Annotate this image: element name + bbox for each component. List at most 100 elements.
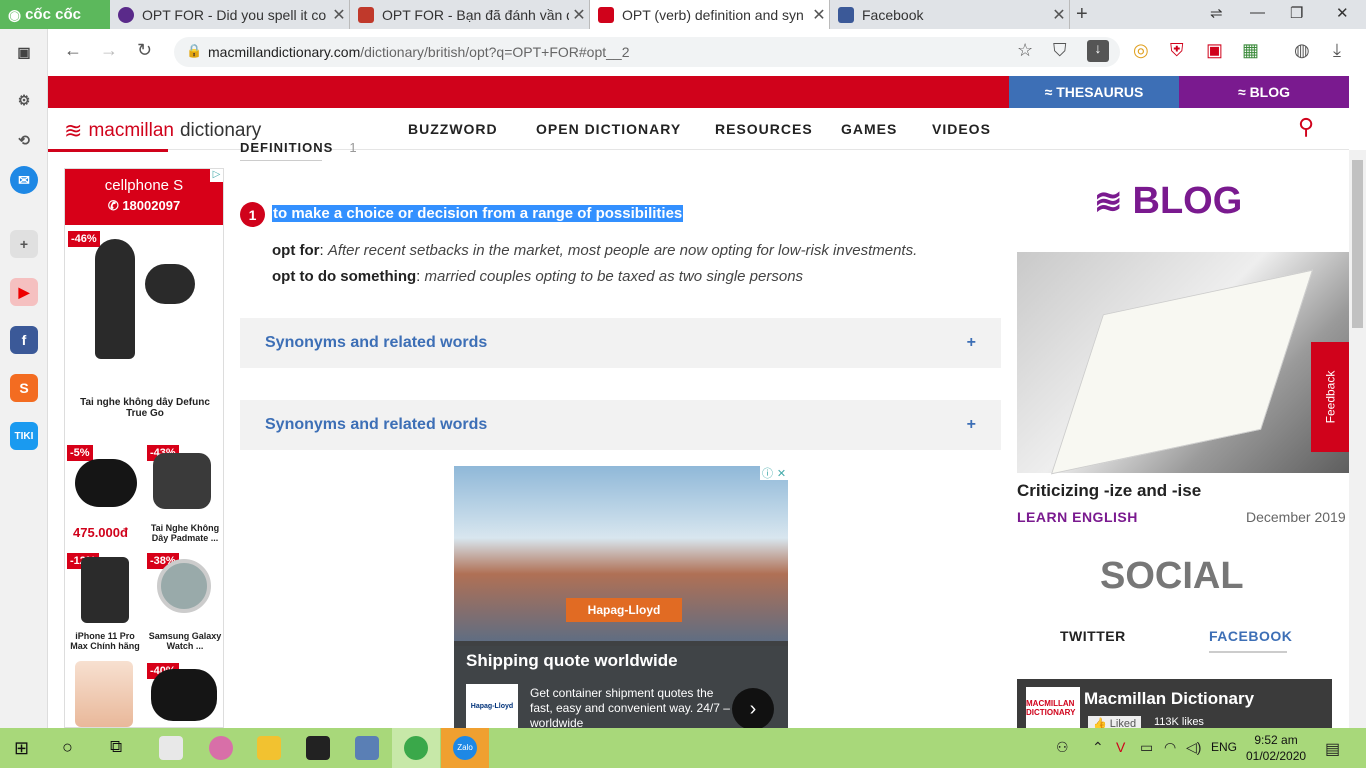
chevron-up-icon[interactable]: ⌃ — [1092, 739, 1104, 756]
extension-color-icon[interactable]: ▦ — [1242, 40, 1259, 61]
language-indicator[interactable]: ENG — [1211, 740, 1237, 754]
address-bar[interactable]: 🔒 macmillandictionary.com/dictionary/bri… — [174, 37, 1120, 67]
task-view-icon[interactable]: ⧉ — [110, 737, 122, 757]
notification-icon[interactable]: ▤ — [1325, 739, 1340, 759]
feedback-button[interactable]: Feedback — [1311, 342, 1349, 452]
synonyms-accordion[interactable]: Synonyms and related words + — [240, 318, 1001, 368]
product-image — [75, 661, 133, 727]
add-icon[interactable]: + — [10, 230, 38, 258]
adchoices-icon[interactable]: ▷ — [210, 169, 223, 182]
settings-icon[interactable]: ⚙ — [10, 86, 38, 114]
ad-brand-badge: Hapag-Lloyd — [566, 598, 682, 622]
coccoc-icon: ◉ — [8, 6, 22, 24]
reload-icon[interactable]: ↻ — [137, 40, 152, 61]
close-icon[interactable]: ✕ — [809, 5, 829, 25]
extension-red-icon[interactable]: ▣ — [1206, 40, 1223, 61]
shield-icon[interactable]: ⛉ — [1053, 40, 1067, 61]
tab-facebook[interactable]: FACEBOOK — [1209, 628, 1292, 644]
tiki-icon[interactable]: TIKI — [10, 422, 38, 450]
clock[interactable]: 9:52 am 01/02/2020 — [1246, 732, 1306, 764]
shield-crest-icon — [358, 6, 374, 23]
volume-icon[interactable]: ◁) — [1186, 739, 1201, 756]
fb-page-name[interactable]: Macmillan Dictionary — [1084, 689, 1254, 709]
close-icon[interactable]: ✕ — [569, 5, 589, 25]
file-explorer-icon[interactable] — [257, 736, 281, 760]
shopee-icon[interactable]: S — [10, 374, 38, 402]
close-icon[interactable]: ✕ — [329, 5, 349, 25]
facebook-icon — [838, 6, 854, 23]
bookmark-star-icon[interactable]: ☆ — [1017, 40, 1033, 61]
browser-logo[interactable]: ◉ cốc cốc — [0, 0, 110, 29]
product-image — [151, 669, 217, 721]
tab-twitter[interactable]: TWITTER — [1060, 628, 1126, 644]
search-circle-icon[interactable]: ○ — [62, 737, 73, 758]
site-logo[interactable]: ≋ macmillan dictionary — [64, 118, 261, 144]
snipping-icon[interactable] — [209, 736, 233, 760]
coccoc-icon[interactable] — [404, 736, 428, 760]
blog-tab[interactable]: ≈ BLOG — [1179, 76, 1349, 108]
download-video-icon[interactable]: ↓ — [1087, 40, 1109, 62]
forward-icon[interactable]: → — [100, 40, 118, 61]
profile-avatar[interactable]: ◍ — [1294, 40, 1310, 61]
ad-body: Get container shipment quotes the fast, … — [530, 686, 730, 728]
product-price: 475.000đ — [73, 525, 128, 540]
product-image — [81, 557, 129, 623]
facebook-icon[interactable]: f — [10, 326, 38, 354]
close-icon[interactable]: ✕ — [1049, 5, 1069, 25]
back-icon[interactable]: ← — [64, 40, 82, 61]
battery-icon[interactable]: ▭ — [1140, 739, 1153, 756]
blog-post-image[interactable] — [1017, 252, 1349, 475]
adchoices-icon[interactable]: ⓘ ✕ — [760, 466, 788, 480]
paint-icon[interactable] — [159, 736, 183, 760]
nav-buzzword[interactable]: BUZZWORD — [408, 121, 498, 137]
macmillan-m-icon: ≋ — [64, 118, 83, 143]
minimize-icon[interactable]: — — [1250, 4, 1265, 21]
history-icon[interactable]: ⟲ — [10, 126, 38, 154]
shipping-ad[interactable]: Hapag-Lloyd ⓘ ✕ Shipping quote worldwide … — [454, 466, 788, 728]
macmillan-m-icon: ≈ — [1237, 84, 1250, 100]
zalo-icon[interactable]: Zalo — [453, 736, 477, 760]
left-ad[interactable]: cellphone S ✆ 18002097 ▷ -46% Tai nghe k… — [64, 168, 224, 728]
sense-number: 1 — [240, 202, 265, 227]
nav-open-dictionary[interactable]: OPEN DICTIONARY — [536, 121, 681, 137]
search-icon[interactable]: ⚲ — [1298, 114, 1314, 140]
sticky-notes-icon[interactable] — [306, 736, 330, 760]
tab-3[interactable]: Facebook ✕ — [830, 0, 1070, 29]
page-logo: MACMILLAN DICTIONARY — [1026, 687, 1080, 728]
messenger-icon[interactable]: ✉ — [10, 166, 38, 194]
product-name: iPhone 11 Pro Max Chính hãng — [70, 631, 140, 651]
people-icon[interactable]: ⚇ — [1056, 739, 1069, 756]
blog-post-title[interactable]: Criticizing -ize and -ise — [1017, 481, 1201, 501]
maximize-icon[interactable]: ❐ — [1290, 4, 1303, 22]
windows-start-icon[interactable]: ⊞ — [14, 738, 29, 759]
scrollbar-thumb[interactable] — [1352, 160, 1363, 328]
tab-2[interactable]: OPT (verb) definition and syn ✕ — [590, 0, 830, 29]
viper-icon — [118, 6, 134, 23]
tab-1[interactable]: OPT FOR - Bạn đã đánh vần đ ✕ — [350, 0, 590, 29]
blog-post-category[interactable]: LEARN ENGLISH — [1017, 509, 1138, 525]
tab-search-icon[interactable]: ⇌ — [1210, 4, 1223, 22]
nav-games[interactable]: GAMES — [841, 121, 897, 137]
extension-shield-icon[interactable]: ⛨ — [1170, 40, 1184, 61]
expand-plus-icon[interactable]: + — [967, 416, 976, 434]
logo-underline — [48, 149, 168, 152]
synonyms-accordion[interactable]: Synonyms and related words + — [240, 400, 1001, 450]
extension-chrome-icon[interactable]: ◎ — [1133, 40, 1149, 61]
discount-badge: -46% — [68, 231, 100, 247]
window-close-icon[interactable]: ✕ — [1336, 4, 1349, 22]
earbud-image — [145, 264, 195, 304]
tab-0[interactable]: OPT FOR - Did you spell it co ✕ — [110, 0, 350, 29]
new-tab-button[interactable]: + — [1076, 3, 1088, 26]
thesaurus-tab[interactable]: ≈ THESAURUS — [1009, 76, 1179, 108]
expand-plus-icon[interactable]: + — [967, 334, 976, 352]
nav-resources[interactable]: RESOURCES — [715, 121, 813, 137]
chevron-right-icon[interactable]: › — [732, 688, 774, 728]
nav-videos[interactable]: VIDEOS — [932, 121, 991, 137]
app-icon[interactable] — [355, 736, 379, 760]
phone-icon: ✆ — [107, 198, 123, 213]
unikey-icon[interactable]: V — [1116, 739, 1125, 755]
wifi-icon[interactable]: ◠ — [1164, 739, 1176, 756]
youtube-icon[interactable]: ▶ — [10, 278, 38, 306]
downloads-icon[interactable]: ⤓ — [1333, 40, 1341, 61]
sidebar-toggle-icon[interactable]: ▣ — [10, 38, 38, 66]
